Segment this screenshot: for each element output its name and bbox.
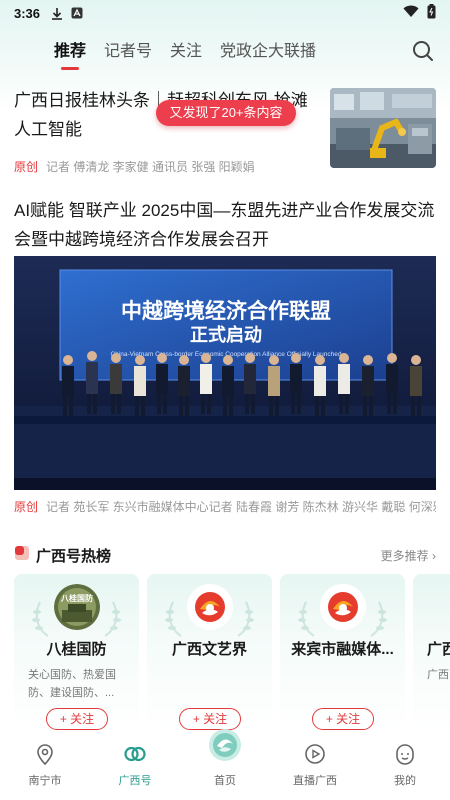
app-notification-icon xyxy=(70,6,84,20)
banner-line2: 正式启动 xyxy=(190,324,262,345)
laurel-icon xyxy=(370,601,387,637)
battery-icon xyxy=(427,4,436,22)
nav-label: 直播广西 xyxy=(293,775,337,787)
original-tag: 原创 xyxy=(14,160,39,174)
link-icon xyxy=(123,742,147,766)
hot-list-header: 广西号热榜 更多推荐 › xyxy=(14,544,436,566)
tab-following[interactable]: 关注 xyxy=(170,32,202,72)
status-bar: 3:36 xyxy=(0,0,450,26)
follow-button[interactable]: + 关注 xyxy=(312,708,374,730)
news-title: AI赋能 智联产业 2025中国—东盟先进产业合作发展交流会暨中越跨境经济合作发… xyxy=(14,201,435,249)
new-content-toast[interactable]: 又发现了20+条内容 xyxy=(156,100,296,126)
news-item[interactable]: AI赋能 智联产业 2025中国—东盟先进产业合作发展交流会暨中越跨境经济合作发… xyxy=(14,196,436,514)
nav-mine[interactable]: 我的 xyxy=(360,734,450,800)
account-card[interactable]: 广西文艺界 + 关注 xyxy=(147,574,272,730)
account-name: 来宾市融媒体... xyxy=(291,641,394,658)
nav-home[interactable]: 首页 xyxy=(180,729,270,800)
account-avatar xyxy=(320,584,366,630)
hot-list-title: 广西号热榜 xyxy=(36,547,112,565)
top-tab-bar: 推荐 记者号 关注 党政企大联播 xyxy=(0,30,450,74)
account-card[interactable]: 广西 广西 台开 xyxy=(413,574,450,730)
news-meta: 原创 记者 傅清龙 李家健 通讯员 张强 阳颖娟 xyxy=(14,158,314,175)
account-name: 广西 xyxy=(427,641,450,658)
profile-icon xyxy=(393,742,417,766)
status-time: 3:36 xyxy=(14,5,41,21)
nav-live[interactable]: 直播广西 xyxy=(270,734,360,800)
nav-guangxi-hao[interactable]: 广西号 xyxy=(90,734,180,800)
news-authors: 记者 苑长军 东兴市融媒体中心记者 陆春霞 谢芳 陈杰林 游兴华 戴聪 何深雅 … xyxy=(46,500,436,514)
news-meta: 原创 记者 苑长军 东兴市融媒体中心记者 陆春霞 谢芳 陈杰林 游兴华 戴聪 何深… xyxy=(14,498,436,515)
account-name: 八桂国防 xyxy=(46,641,107,658)
tab-broadcast[interactable]: 党政企大联播 xyxy=(220,32,316,72)
account-avatar: 八桂国防 xyxy=(54,584,100,630)
follow-button[interactable]: + 关注 xyxy=(179,708,241,730)
nav-label: 南宁市 xyxy=(28,775,62,787)
play-icon xyxy=(303,742,327,766)
follow-button[interactable]: + 关注 xyxy=(46,708,108,730)
account-desc: 广西 台开 xyxy=(427,669,450,681)
news-authors: 记者 傅清龙 李家健 通讯员 张强 阳颖娟 xyxy=(46,160,255,174)
laurel-icon xyxy=(32,601,49,637)
news-image: 中越跨境经济合作联盟 正式启动 China-Vietnam Cross-bord… xyxy=(14,256,436,490)
nav-label: 首页 xyxy=(214,775,236,787)
location-icon xyxy=(33,742,57,766)
nav-label: 广西号 xyxy=(118,775,152,787)
laurel-icon xyxy=(165,601,182,637)
laurel-icon xyxy=(237,601,254,637)
home-logo-icon xyxy=(208,728,242,762)
laurel-icon xyxy=(298,601,315,637)
search-icon[interactable] xyxy=(410,38,436,64)
more-recommend-link[interactable]: 更多推荐 › xyxy=(381,547,436,564)
bottom-nav: 南宁市 广西号 首页 直播广西 我的 xyxy=(0,729,450,800)
news-thumbnail xyxy=(330,88,436,168)
hot-list-carousel[interactable]: 八桂国防 八桂国防 关心国防、热爱国防、建设国防、... + 关注 广西文艺界 … xyxy=(14,574,450,730)
tab-recommend[interactable]: 推荐 xyxy=(54,32,86,72)
account-name: 广西文艺界 xyxy=(171,641,247,658)
hot-flag-icon xyxy=(14,545,30,566)
account-card[interactable]: 来宾市融媒体... + 关注 xyxy=(280,574,405,730)
nav-nanning[interactable]: 南宁市 xyxy=(0,734,90,800)
svg-text:八桂国防: 八桂国防 xyxy=(60,593,93,603)
original-tag: 原创 xyxy=(14,500,39,514)
tab-reporters[interactable]: 记者号 xyxy=(104,32,152,72)
wifi-icon xyxy=(403,5,419,21)
nav-label: 我的 xyxy=(394,775,416,787)
account-avatar xyxy=(187,584,233,630)
account-card[interactable]: 八桂国防 八桂国防 关心国防、热爱国防、建设国防、... + 关注 xyxy=(14,574,139,730)
account-desc: 关心国防、热爱国防、建设国防、... xyxy=(28,669,116,699)
download-icon xyxy=(50,6,64,20)
laurel-icon xyxy=(104,601,121,637)
banner-line1: 中越跨境经济合作联盟 xyxy=(121,299,331,323)
